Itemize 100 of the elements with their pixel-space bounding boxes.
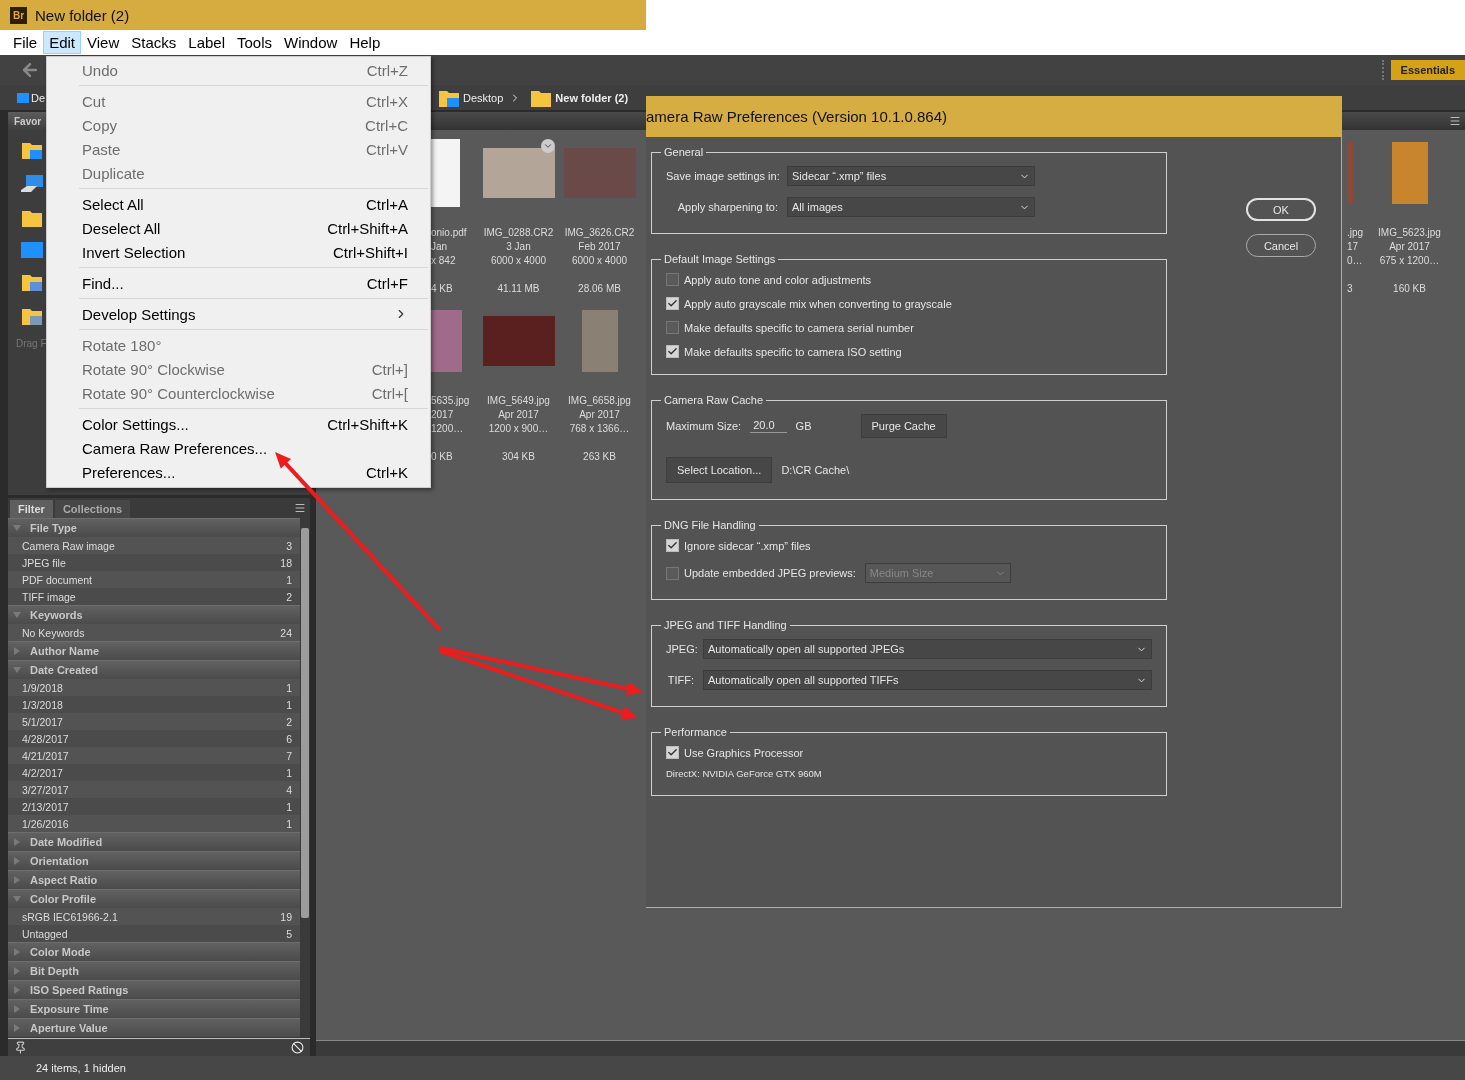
menu-item[interactable]: Help [343, 31, 387, 54]
photo-placeholder[interactable] [1391, 142, 1428, 204]
expanded-triangle-icon[interactable] [12, 894, 22, 904]
filter-item[interactable]: JPEG file 18 [8, 554, 300, 571]
filter-item[interactable]: 4/21/2017 7 [8, 747, 300, 764]
menu-item[interactable]: Tools [231, 31, 279, 54]
breadcrumb-link[interactable]: De [31, 91, 46, 104]
collapsed-triangle-icon[interactable] [12, 947, 22, 957]
menu-item[interactable]: Label [182, 31, 231, 54]
dropdown[interactable]: Sidecar “.xmp” files [787, 166, 1035, 186]
filter-section-header[interactable]: Aperture Value [8, 1018, 300, 1037]
filter-item[interactable]: Untagged 5 [8, 925, 300, 942]
expanded-triangle-icon[interactable] [12, 610, 22, 620]
collapsed-triangle-icon[interactable] [12, 837, 22, 847]
dropdown[interactable]: All images [787, 197, 1035, 217]
thumbnail-cell[interactable]: IMG_5649.jpg Apr 2017 1200 x 900… 304 KB [478, 300, 559, 464]
checkbox[interactable] [666, 297, 679, 310]
thumbnail-cell[interactable]: .jpg 17 0… 3 [1347, 132, 1369, 296]
checkbox[interactable] [666, 321, 679, 334]
menu-item[interactable]: Window [278, 31, 344, 54]
filter-section-header[interactable]: Aspect Ratio [8, 870, 300, 889]
collapsed-triangle-icon[interactable] [12, 856, 22, 866]
menu-item[interactable]: File [7, 31, 44, 54]
collapsed-triangle-icon[interactable] [12, 985, 22, 995]
filter-item[interactable]: 1/9/2018 1 [8, 679, 300, 696]
thumbnail-cell[interactable]: 5635.jpg 2017 1200… 0 KB [431, 300, 478, 464]
checkbox[interactable] [666, 746, 679, 759]
filter-item[interactable]: 5/1/2017 2 [8, 713, 300, 730]
menu-entry[interactable]: Deselect All Ctrl+Shift+A [47, 216, 430, 240]
collapsed-triangle-icon[interactable] [12, 646, 22, 656]
filter-item[interactable]: 2/13/2017 1 [8, 798, 300, 815]
menu-entry[interactable]: Color Settings... Ctrl+Shift+K [47, 412, 430, 436]
panel-tab[interactable]: Collections [54, 500, 131, 518]
thumbnail-cell[interactable]: IMG_0288.CR2 3 Jan 6000 x 4000 41.11 MB [478, 132, 559, 296]
filter-item[interactable]: 4/2/2017 1 [8, 764, 300, 781]
filter-section-header[interactable]: Color Profile [8, 889, 300, 908]
thumbnail-cell[interactable]: IMG_6658.jpg Apr 2017 768 x 1366… 263 KB [559, 300, 640, 464]
filter-section-header[interactable]: Orientation [8, 851, 300, 870]
filter-item[interactable]: Camera Raw image 3 [8, 537, 300, 554]
collapsed-triangle-icon[interactable] [12, 1023, 22, 1033]
filter-item[interactable]: 4/28/2017 6 [8, 730, 300, 747]
back-icon[interactable] [20, 60, 40, 80]
photo-placeholder[interactable] [482, 316, 555, 366]
filter-section-header[interactable]: Date Created [8, 660, 300, 679]
menu-entry[interactable]: Select All Ctrl+A [47, 192, 430, 216]
panel-tab[interactable]: Filter [10, 500, 53, 518]
filter-section-header[interactable]: Keywords [8, 605, 300, 624]
menu-entry[interactable]: Preferences... Ctrl+K [47, 460, 430, 484]
collapsed-triangle-icon[interactable] [12, 1004, 22, 1014]
menu-entry[interactable]: Invert Selection Ctrl+Shift+I [47, 240, 430, 264]
thumbnail-cell[interactable]: onio.pdf Jan x 842 4 KB [431, 132, 478, 296]
pin-icon[interactable] [14, 1041, 27, 1054]
checkbox[interactable] [666, 345, 679, 358]
clear-filter-icon[interactable] [291, 1041, 304, 1054]
workspace-button[interactable]: Essentials [1390, 60, 1465, 80]
filter-section-header[interactable]: File Type [8, 518, 300, 537]
panel-menu-icon[interactable] [294, 502, 306, 514]
filter-item[interactable]: 1/3/2018 1 [8, 696, 300, 713]
select-location-button[interactable]: Select Location... [666, 457, 773, 483]
photo-placeholder[interactable] [581, 310, 618, 372]
filter-section-header[interactable]: ISO Speed Ratings [8, 980, 300, 999]
filter-item[interactable]: 1/26/2016 1 [8, 815, 300, 832]
document-thumbnail[interactable] [431, 139, 460, 207]
dropdown[interactable]: Automatically open all supported TIFFs [703, 670, 1152, 690]
size-field[interactable]: 20.0 [750, 419, 787, 433]
checkbox[interactable] [666, 539, 679, 552]
expanded-triangle-icon[interactable] [12, 523, 22, 533]
breadcrumb-link[interactable]: Desktop [463, 91, 504, 104]
horizontal-scrollbar[interactable] [316, 1040, 1465, 1056]
thumbnail-cell[interactable]: IMG_3626.CR2 Feb 2017 6000 x 4000 28.06 MB [559, 132, 640, 296]
breadcrumb-link[interactable]: New folder (2) [555, 91, 629, 104]
filter-section-header[interactable]: Color Mode [8, 942, 300, 961]
expanded-triangle-icon[interactable] [12, 665, 22, 675]
dialog-button[interactable]: OK [1246, 198, 1316, 221]
purge-cache-button[interactable]: Purge Cache [860, 414, 947, 438]
filter-item[interactable]: No Keywords 24 [8, 624, 300, 641]
filter-count: 7 [286, 749, 292, 762]
photo-placeholder[interactable] [431, 310, 462, 372]
menu-item[interactable]: View [81, 31, 126, 54]
collapsed-triangle-icon[interactable] [12, 966, 22, 976]
panel-menu-icon[interactable] [1449, 115, 1461, 127]
filter-item[interactable]: PDF document 1 [8, 571, 300, 588]
dropdown[interactable]: Automatically open all supported JPEGs [703, 639, 1152, 659]
checkbox[interactable] [666, 273, 679, 286]
thumbnail-cell[interactable]: IMG_5623.jpg Apr 2017 675 x 1200… 160 KB [1369, 132, 1450, 296]
menu-entry[interactable]: Develop Settings [47, 302, 430, 326]
collapsed-triangle-icon[interactable] [12, 875, 22, 885]
menu-item[interactable]: Stacks [125, 31, 183, 54]
menu-entry[interactable]: Camera Raw Preferences... [47, 436, 430, 460]
filter-section-header[interactable]: Exposure Time [8, 999, 300, 1018]
filter-section-header[interactable]: Bit Depth [8, 961, 300, 980]
sort-icon[interactable] [541, 139, 555, 153]
filter-section-header[interactable]: Date Modified [8, 832, 300, 851]
filter-item[interactable]: 3/27/2017 4 [8, 781, 300, 798]
filter-item[interactable]: TIFF image 2 [8, 588, 300, 605]
menu-item[interactable]: Edit [43, 31, 82, 54]
menu-entry[interactable]: Find... Ctrl+F [47, 271, 430, 295]
filter-section-header[interactable]: Author Name [8, 641, 300, 660]
photo-placeholder[interactable] [1347, 142, 1353, 204]
filter-item[interactable]: sRGB IEC61966-2.1 19 [8, 908, 300, 925]
